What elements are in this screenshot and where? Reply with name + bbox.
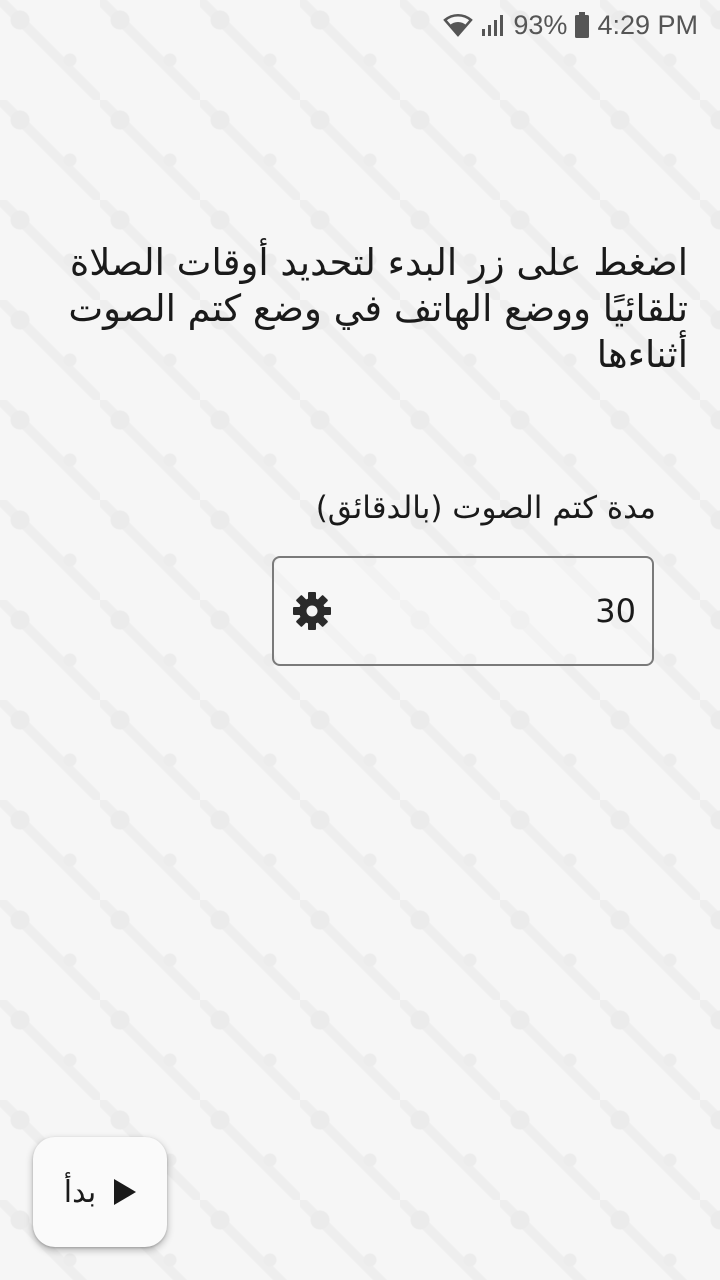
start-button-label: بدأ	[63, 1174, 97, 1210]
wifi-icon	[443, 13, 474, 37]
battery-icon	[575, 12, 590, 38]
mute-duration-label: مدة كتم الصوت (بالدقائق)	[315, 490, 656, 526]
instructions-text: اضغط على زر البدء لتحديد أوقات الصلاة تل…	[68, 241, 688, 376]
signal-icon	[481, 13, 505, 37]
status-bar: 93% 4:29 PM	[0, 0, 720, 50]
clock: 4:29 PM	[597, 9, 698, 40]
gear-icon[interactable]	[292, 591, 332, 631]
mute-duration-value[interactable]: 30	[595, 592, 636, 630]
start-button[interactable]: بدأ	[33, 1137, 167, 1247]
battery-percent: 93%	[513, 9, 568, 40]
mute-duration-field[interactable]: 30	[272, 556, 654, 666]
play-icon	[114, 1179, 137, 1205]
